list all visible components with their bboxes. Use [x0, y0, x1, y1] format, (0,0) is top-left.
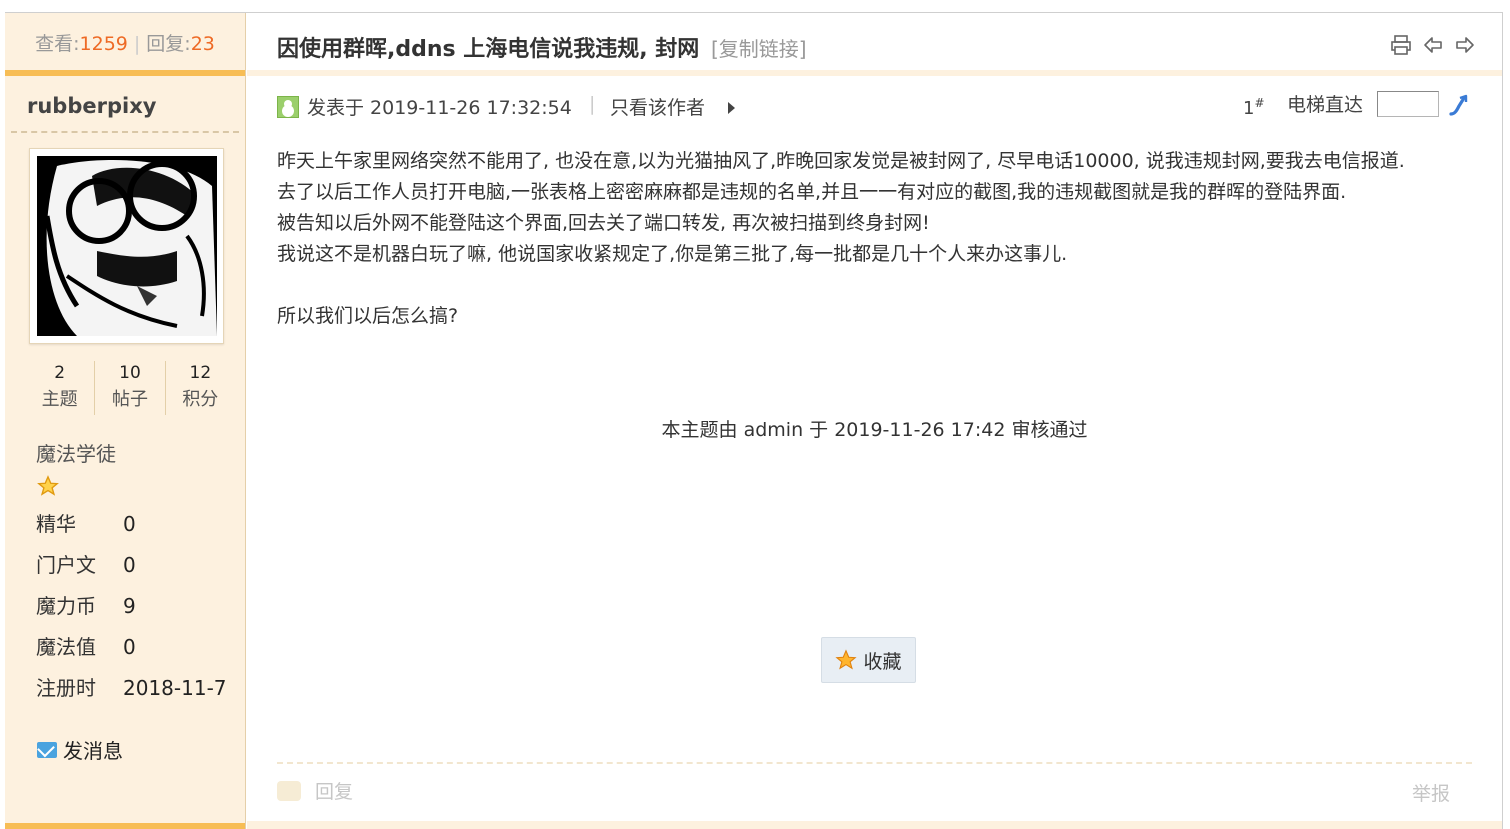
stat-value: 10: [119, 363, 141, 383]
avatar[interactable]: [37, 156, 217, 336]
stat-points[interactable]: 12 积分: [166, 361, 235, 415]
floor-number-value: 1: [1243, 98, 1255, 119]
favorite-star-icon: [835, 649, 858, 670]
post-main: 因使用群晖,ddns 上海电信说我违规, 封网 [复制链接] 发表于 2019-…: [247, 13, 1502, 829]
stat-value: 12: [189, 363, 212, 383]
stat-label: 帖子: [111, 389, 148, 410]
post-line: 我说这不是机器白玩了嘛, 他说国家收紧规定了,你是第三批了,每一批都是几十个人来…: [277, 243, 1068, 265]
post-meta: 发表于 2019-11-26 17:32:54 | 只看该作者 1# 电梯直达: [277, 91, 1473, 123]
info-key: 魔法值: [36, 635, 96, 659]
report-link[interactable]: 举报: [1412, 779, 1450, 806]
author-sidebar: 查看:1259 | 回复:23 rubberpixy 2 主题 10 帖子 12…: [5, 13, 246, 829]
meta-separator: |: [589, 93, 596, 115]
rank-star-icon: [37, 475, 59, 496]
info-key: 门户文: [36, 553, 96, 577]
audit-note: 本主题由 admin 于 2019-11-26 17:42 审核通过: [661, 419, 1088, 441]
stats-separator: |: [133, 33, 141, 55]
author-rank[interactable]: 魔法学徒: [36, 438, 116, 467]
thread-title-text: 因使用群晖,ddns 上海电信说我违规, 封网: [277, 37, 700, 62]
post-time: 发表于 2019-11-26 17:32:54: [307, 97, 572, 119]
info-key: 魔力币: [36, 594, 96, 618]
info-value: 2018-11-7: [123, 676, 227, 700]
views-label: 查看:: [35, 33, 80, 55]
info-key: 注册时: [36, 676, 96, 700]
avatar-frame[interactable]: [29, 148, 224, 344]
chevron-right-icon: [728, 102, 735, 114]
post-line: 去了以后工作人员打开电脑,一张表格上密密麻麻都是违规的名单,并且一一有对应的截图…: [277, 181, 1347, 203]
footer-divider: [277, 762, 1472, 764]
sidebar-bottom-border: [5, 823, 245, 829]
elevator-label: 电梯直达: [1287, 94, 1364, 116]
send-message-link[interactable]: 发消息: [37, 735, 123, 764]
floor-mark: #: [1254, 96, 1265, 110]
info-key: 精华: [36, 512, 76, 536]
stat-value: 2: [54, 363, 66, 383]
author-info: 精华 0 门户文 0 魔力币 9 魔法值 0 注册时 2018-11-7: [36, 510, 227, 715]
author-stats: 2 主题 10 帖子 12 积分: [25, 361, 235, 415]
post-line: 昨天上午家里网络突然不能用了, 也没在意,以为光猫抽风了,昨晚回家发觉是被封网了…: [277, 150, 1405, 172]
send-message-label: 发消息: [63, 739, 123, 763]
reply-label: 回复: [315, 781, 354, 803]
replies-label: 回复:: [146, 33, 191, 55]
author-name[interactable]: rubberpixy: [11, 76, 239, 133]
reply-icon: [277, 780, 301, 801]
stat-threads[interactable]: 2 主题: [25, 361, 96, 415]
stat-label: 积分: [182, 389, 219, 410]
post-bottom-border: [247, 821, 1502, 829]
info-row: 魔力币 9: [36, 592, 227, 633]
favorite-button[interactable]: 收藏: [821, 637, 916, 683]
info-row: 门户文 0: [36, 551, 227, 592]
thread-title: 因使用群晖,ddns 上海电信说我违规, 封网 [复制链接]: [277, 31, 807, 63]
info-value: 0: [123, 635, 136, 659]
post-line: 被告知以后外网不能登陆这个界面,回去关了端口转发, 再次被扫描到终身封网!: [277, 212, 930, 234]
post-line: 所以我们以后怎么搞?: [277, 305, 459, 327]
go-floor-icon[interactable]: [1447, 92, 1473, 118]
title-actions: [1390, 34, 1476, 56]
views-count: 1259: [79, 33, 128, 55]
stat-posts[interactable]: 10 帖子: [95, 361, 166, 415]
info-value: 0: [123, 553, 136, 577]
mail-icon: [37, 741, 57, 758]
online-status-icon: [277, 96, 299, 118]
print-icon[interactable]: [1390, 34, 1412, 56]
post-content: 昨天上午家里网络突然不能用了, 也没在意,以为光猫抽风了,昨晚回家发觉是被封网了…: [277, 146, 1477, 332]
next-thread-icon[interactable]: [1454, 34, 1476, 56]
favorite-label: 收藏: [863, 650, 902, 673]
prev-thread-icon[interactable]: [1422, 34, 1444, 56]
title-bar: 因使用群晖,ddns 上海电信说我违规, 封网 [复制链接]: [247, 13, 1502, 76]
info-row: 精华 0: [36, 510, 227, 551]
info-value: 9: [123, 594, 136, 618]
stat-label: 主题: [41, 389, 78, 410]
elevator-input[interactable]: [1377, 91, 1439, 117]
info-row: 注册时 2018-11-7: [36, 674, 227, 715]
avatar-image: [37, 156, 217, 336]
thread-stats: 查看:1259 | 回复:23: [5, 13, 245, 76]
info-row: 魔法值 0: [36, 633, 227, 674]
reply-button[interactable]: 回复: [277, 777, 353, 804]
replies-count: 23: [190, 33, 215, 55]
only-author-link[interactable]: 只看该作者: [610, 93, 705, 120]
copy-link[interactable]: [复制链接]: [711, 37, 807, 61]
info-value: 0: [123, 512, 136, 536]
floor-number[interactable]: 1#: [1243, 96, 1265, 119]
